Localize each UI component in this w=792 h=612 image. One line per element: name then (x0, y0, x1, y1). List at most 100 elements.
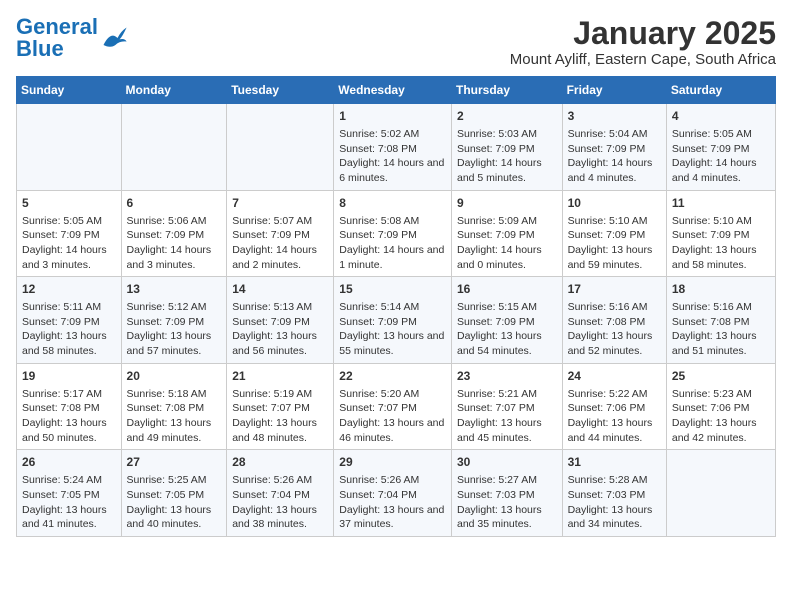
calendar-cell: 26 Sunrise: 5:24 AM Sunset: 7:05 PM Dayli… (17, 450, 122, 537)
day-number: 18 (672, 281, 770, 298)
header-row: Sunday Monday Tuesday Wednesday Thursday… (17, 77, 776, 104)
calendar-cell: 20 Sunrise: 5:18 AM Sunset: 7:08 PM Dayli… (121, 363, 227, 450)
calendar-cell: 4 Sunrise: 5:05 AM Sunset: 7:09 PM Daylig… (666, 104, 775, 191)
day-info: Sunrise: 5:24 AM Sunset: 7:05 PM Dayligh… (22, 473, 116, 532)
calendar-cell: 9 Sunrise: 5:09 AM Sunset: 7:09 PM Daylig… (451, 190, 562, 277)
day-number: 3 (568, 108, 661, 125)
day-info: Sunrise: 5:02 AM Sunset: 7:08 PM Dayligh… (339, 127, 446, 186)
day-number: 31 (568, 454, 661, 471)
day-number: 17 (568, 281, 661, 298)
day-info: Sunrise: 5:18 AM Sunset: 7:08 PM Dayligh… (127, 387, 222, 446)
day-info: Sunrise: 5:10 AM Sunset: 7:09 PM Dayligh… (568, 214, 661, 273)
day-number: 24 (568, 368, 661, 385)
day-info: Sunrise: 5:05 AM Sunset: 7:09 PM Dayligh… (672, 127, 770, 186)
day-number: 21 (232, 368, 328, 385)
calendar-cell: 5Sunrise: 5:05 AM Sunset: 7:09 PM Daylig… (17, 190, 122, 277)
calendar-cell: 17 Sunrise: 5:16 AM Sunset: 7:08 PM Dayli… (562, 277, 666, 364)
day-info: Sunrise: 5:28 AM Sunset: 7:03 PM Dayligh… (568, 473, 661, 532)
day-number: 8 (339, 195, 446, 212)
day-number: 7 (232, 195, 328, 212)
logo-blue: Blue (16, 36, 64, 61)
calendar-cell: 7 Sunrise: 5:07 AM Sunset: 7:09 PM Daylig… (227, 190, 334, 277)
calendar-cell: 30Sunrise: 5:27 AM Sunset: 7:03 PM Dayli… (451, 450, 562, 537)
day-number: 9 (457, 195, 557, 212)
day-info: Sunrise: 5:20 AM Sunset: 7:07 PM Dayligh… (339, 387, 446, 446)
day-number: 22 (339, 368, 446, 385)
calendar-week-row: 12Sunrise: 5:11 AM Sunset: 7:09 PM Dayli… (17, 277, 776, 364)
day-number: 26 (22, 454, 116, 471)
calendar-subtitle: Mount Ayliff, Eastern Cape, South Africa (510, 51, 776, 68)
day-number: 20 (127, 368, 222, 385)
day-info: Sunrise: 5:23 AM Sunset: 7:06 PM Dayligh… (672, 387, 770, 446)
day-number: 6 (127, 195, 222, 212)
calendar-cell: 27 Sunrise: 5:25 AM Sunset: 7:05 PM Dayli… (121, 450, 227, 537)
day-info: Sunrise: 5:04 AM Sunset: 7:09 PM Dayligh… (568, 127, 661, 186)
calendar-cell: 19Sunrise: 5:17 AM Sunset: 7:08 PM Dayli… (17, 363, 122, 450)
calendar-cell: 22 Sunrise: 5:20 AM Sunset: 7:07 PM Dayli… (334, 363, 452, 450)
calendar-cell: 24Sunrise: 5:22 AM Sunset: 7:06 PM Dayli… (562, 363, 666, 450)
calendar-cell: 6 Sunrise: 5:06 AM Sunset: 7:09 PM Daylig… (121, 190, 227, 277)
day-info: Sunrise: 5:12 AM Sunset: 7:09 PM Dayligh… (127, 300, 222, 359)
calendar-table: Sunday Monday Tuesday Wednesday Thursday… (16, 76, 776, 537)
day-number: 13 (127, 281, 222, 298)
day-info: Sunrise: 5:15 AM Sunset: 7:09 PM Dayligh… (457, 300, 557, 359)
calendar-week-row: 1 Sunrise: 5:02 AM Sunset: 7:08 PM Daylig… (17, 104, 776, 191)
day-number: 28 (232, 454, 328, 471)
day-number: 30 (457, 454, 557, 471)
calendar-cell: 18 Sunrise: 5:16 AM Sunset: 7:08 PM Dayli… (666, 277, 775, 364)
day-info: Sunrise: 5:03 AM Sunset: 7:09 PM Dayligh… (457, 127, 557, 186)
calendar-cell: 13 Sunrise: 5:12 AM Sunset: 7:09 PM Dayli… (121, 277, 227, 364)
calendar-cell (17, 104, 122, 191)
calendar-cell: 14 Sunrise: 5:13 AM Sunset: 7:09 PM Dayli… (227, 277, 334, 364)
logo-text: General Blue (16, 16, 98, 60)
col-thursday: Thursday (451, 77, 562, 104)
col-monday: Monday (121, 77, 227, 104)
col-wednesday: Wednesday (334, 77, 452, 104)
logo: General Blue (16, 16, 128, 60)
day-number: 2 (457, 108, 557, 125)
day-info: Sunrise: 5:26 AM Sunset: 7:04 PM Dayligh… (339, 473, 446, 532)
col-tuesday: Tuesday (227, 77, 334, 104)
calendar-cell: 16 Sunrise: 5:15 AM Sunset: 7:09 PM Dayli… (451, 277, 562, 364)
day-number: 19 (22, 368, 116, 385)
col-sunday: Sunday (17, 77, 122, 104)
day-info: Sunrise: 5:06 AM Sunset: 7:09 PM Dayligh… (127, 214, 222, 273)
calendar-title: January 2025 (510, 16, 776, 51)
col-saturday: Saturday (666, 77, 775, 104)
calendar-cell: 2 Sunrise: 5:03 AM Sunset: 7:09 PM Daylig… (451, 104, 562, 191)
logo-bird-icon (100, 24, 128, 52)
calendar-week-row: 5Sunrise: 5:05 AM Sunset: 7:09 PM Daylig… (17, 190, 776, 277)
calendar-cell: 10Sunrise: 5:10 AM Sunset: 7:09 PM Dayli… (562, 190, 666, 277)
calendar-cell: 21Sunrise: 5:19 AM Sunset: 7:07 PM Dayli… (227, 363, 334, 450)
calendar-cell: 31 Sunrise: 5:28 AM Sunset: 7:03 PM Dayli… (562, 450, 666, 537)
day-info: Sunrise: 5:16 AM Sunset: 7:08 PM Dayligh… (672, 300, 770, 359)
day-info: Sunrise: 5:13 AM Sunset: 7:09 PM Dayligh… (232, 300, 328, 359)
day-number: 16 (457, 281, 557, 298)
day-number: 25 (672, 368, 770, 385)
calendar-cell: 3 Sunrise: 5:04 AM Sunset: 7:09 PM Daylig… (562, 104, 666, 191)
calendar-cell: 29Sunrise: 5:26 AM Sunset: 7:04 PM Dayli… (334, 450, 452, 537)
day-number: 1 (339, 108, 446, 125)
calendar-cell: 11Sunrise: 5:10 AM Sunset: 7:09 PM Dayli… (666, 190, 775, 277)
day-number: 4 (672, 108, 770, 125)
day-number: 5 (22, 195, 116, 212)
day-number: 27 (127, 454, 222, 471)
calendar-cell: 28 Sunrise: 5:26 AM Sunset: 7:04 PM Dayli… (227, 450, 334, 537)
day-info: Sunrise: 5:21 AM Sunset: 7:07 PM Dayligh… (457, 387, 557, 446)
day-info: Sunrise: 5:07 AM Sunset: 7:09 PM Dayligh… (232, 214, 328, 273)
calendar-cell: 1 Sunrise: 5:02 AM Sunset: 7:08 PM Daylig… (334, 104, 452, 191)
calendar-cell (227, 104, 334, 191)
day-number: 14 (232, 281, 328, 298)
day-info: Sunrise: 5:25 AM Sunset: 7:05 PM Dayligh… (127, 473, 222, 532)
page-header: General Blue January 2025 Mount Ayliff, … (16, 16, 776, 68)
title-block: January 2025 Mount Ayliff, Eastern Cape,… (510, 16, 776, 68)
calendar-week-row: 26 Sunrise: 5:24 AM Sunset: 7:05 PM Dayli… (17, 450, 776, 537)
calendar-cell: 8Sunrise: 5:08 AM Sunset: 7:09 PM Daylig… (334, 190, 452, 277)
day-info: Sunrise: 5:09 AM Sunset: 7:09 PM Dayligh… (457, 214, 557, 273)
calendar-cell (666, 450, 775, 537)
day-info: Sunrise: 5:16 AM Sunset: 7:08 PM Dayligh… (568, 300, 661, 359)
calendar-cell (121, 104, 227, 191)
calendar-week-row: 19Sunrise: 5:17 AM Sunset: 7:08 PM Dayli… (17, 363, 776, 450)
calendar-cell: 25 Sunrise: 5:23 AM Sunset: 7:06 PM Dayli… (666, 363, 775, 450)
day-info: Sunrise: 5:26 AM Sunset: 7:04 PM Dayligh… (232, 473, 328, 532)
